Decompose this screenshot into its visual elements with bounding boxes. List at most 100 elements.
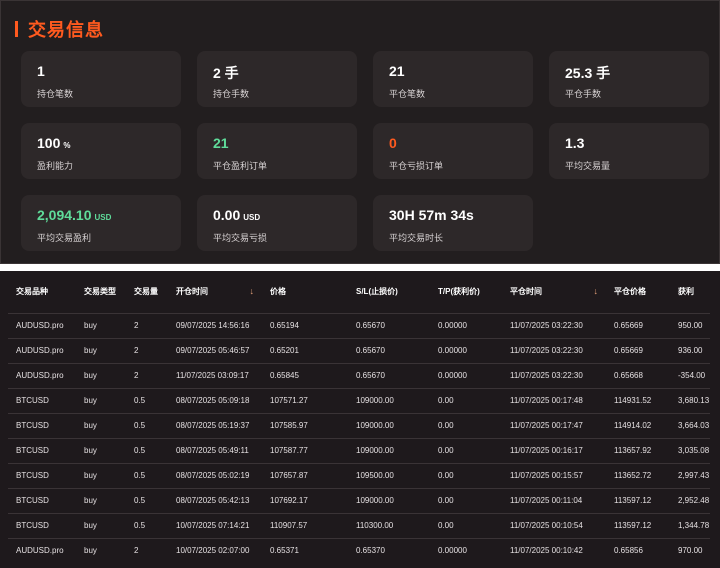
- table-cell: 0.65370: [348, 537, 430, 563]
- column-header-label: 交易量: [134, 287, 158, 297]
- table-cell: 0.65201: [262, 337, 348, 363]
- table-cell: 0.5: [126, 437, 168, 463]
- section-header: 交易信息: [15, 17, 104, 41]
- column-header-label: 开仓时间: [176, 287, 208, 297]
- stat-card: 100% 盈利能力: [21, 123, 181, 179]
- table-cell: 0.65670: [348, 362, 430, 388]
- table-cell: BTCUSD: [8, 437, 76, 463]
- table-cell: 0.00000: [430, 537, 502, 563]
- table-row[interactable]: BTCUSD buy 0.5 08/07/2025 05:09:18 107571.27…: [8, 387, 710, 413]
- table-header-row: 交易品种 交易类型 交易量 开仓时间 ↓ 价格 S/L(止损价) T/P(获利价) 平仓时间 ↓ 平…: [8, 271, 710, 313]
- table-cell: BTCUSD: [8, 487, 76, 513]
- stat-card: 0 平仓亏损订单: [373, 123, 533, 179]
- stat-number: 0: [389, 135, 397, 151]
- table-cell: 107692.17: [262, 487, 348, 513]
- stat-card: 30H 57m 34s 平均交易时长: [373, 195, 533, 251]
- column-header: 获利: [670, 271, 710, 313]
- table-cell: 2: [126, 362, 168, 388]
- table-cell: 970.00: [670, 537, 710, 563]
- table-cell: 114914.02: [606, 412, 670, 438]
- table-cell: buy: [76, 487, 126, 513]
- column-header-label: 获利: [678, 287, 694, 297]
- table-cell: 109000.00: [348, 387, 430, 413]
- table-row[interactable]: AUDUSD.pro buy 2 09/07/2025 14:56:16 0.65194…: [8, 312, 710, 338]
- table-cell: BTCUSD: [8, 512, 76, 538]
- stat-card: 25.3 手平仓手数: [549, 51, 709, 107]
- stat-number: 1: [37, 63, 45, 79]
- stat-label: 平均交易亏损: [213, 233, 268, 243]
- table-cell: 2,997.43: [670, 462, 710, 488]
- table-cell: 936.00: [670, 337, 710, 363]
- table-cell: 110907.57: [262, 512, 348, 538]
- table-cell: 11/07/2025 03:22:30: [502, 312, 606, 338]
- table-cell: 0.00: [430, 462, 502, 488]
- column-header-label: 平仓价格: [614, 287, 646, 297]
- stat-label: 持仓笔数: [37, 89, 74, 99]
- trade-info-panel: 交易信息 1 持仓笔数 2 手持仓手数 21 平仓笔数 25.3 手平仓手数 100% 盈利能…: [0, 0, 720, 264]
- table-cell: buy: [76, 537, 126, 563]
- stat-value: 0: [389, 135, 397, 151]
- table-cell: 2: [126, 312, 168, 338]
- trade-history-table: 交易品种 交易类型 交易量 开仓时间 ↓ 价格 S/L(止损价) T/P(获利价) 平仓时间 ↓ 平…: [8, 271, 710, 563]
- table-cell: 107657.87: [262, 462, 348, 488]
- table-cell: 0.00000: [430, 337, 502, 363]
- table-cell: AUDUSD.pro: [8, 362, 76, 388]
- table-cell: 10/07/2025 07:14:21: [168, 512, 262, 538]
- table-cell: 11/07/2025 03:22:30: [502, 362, 606, 388]
- table-cell: 08/07/2025 05:42:13: [168, 487, 262, 513]
- stat-number: 25.3 手: [565, 65, 611, 81]
- table-cell: 0.65194: [262, 312, 348, 338]
- table-cell: 0.00: [430, 412, 502, 438]
- column-header-label: 交易品种: [16, 287, 48, 297]
- table-cell: 3,035.08: [670, 437, 710, 463]
- table-cell: buy: [76, 387, 126, 413]
- stat-label: 持仓手数: [213, 89, 250, 99]
- stat-label: 平仓亏损订单: [389, 161, 444, 171]
- table-cell: 113657.92: [606, 437, 670, 463]
- table-row[interactable]: BTCUSD buy 0.5 10/07/2025 07:14:21 110907.57…: [8, 512, 710, 538]
- table-cell: 08/07/2025 05:09:18: [168, 387, 262, 413]
- stat-value: 25.3 手: [565, 63, 610, 83]
- table-cell: 11/07/2025 00:17:48: [502, 387, 606, 413]
- column-header: S/L(止损价): [348, 271, 430, 313]
- stat-label: 平均交易盈利: [37, 233, 92, 243]
- table-row[interactable]: AUDUSD.pro buy 2 11/07/2025 03:09:17 0.65845…: [8, 362, 710, 388]
- arrow-down-icon[interactable]: ↓: [594, 286, 599, 296]
- stat-card: 2,094.10 USD 平均交易盈利: [21, 195, 181, 251]
- table-cell: 11/07/2025 03:09:17: [168, 362, 262, 388]
- column-header[interactable]: 开仓时间 ↓: [168, 271, 262, 313]
- table-cell: 11/07/2025 00:16:17: [502, 437, 606, 463]
- stat-value: 21: [213, 135, 229, 151]
- table-cell: AUDUSD.pro: [8, 312, 76, 338]
- stat-value: 2 手: [213, 63, 239, 83]
- section-title: 交易信息: [28, 20, 104, 40]
- table-cell: 0.65845: [262, 362, 348, 388]
- title-accent-bar: [15, 21, 18, 37]
- table-cell: 110300.00: [348, 512, 430, 538]
- table-cell: 11/07/2025 00:17:47: [502, 412, 606, 438]
- table-row[interactable]: BTCUSD buy 0.5 08/07/2025 05:02:19 107657.87…: [8, 462, 710, 488]
- table-row[interactable]: BTCUSD buy 0.5 08/07/2025 05:42:13 107692.17…: [8, 487, 710, 513]
- arrow-down-icon[interactable]: ↓: [250, 286, 255, 296]
- column-header[interactable]: 平仓时间 ↓: [502, 271, 606, 313]
- table-cell: 113652.72: [606, 462, 670, 488]
- stat-card: 21 平仓笔数: [373, 51, 533, 107]
- column-header: 平仓价格: [606, 271, 670, 313]
- stat-number: 0.00: [213, 207, 241, 223]
- table-row[interactable]: BTCUSD buy 0.5 08/07/2025 05:19:37 107585.97…: [8, 412, 710, 438]
- stat-unit: %: [63, 141, 71, 150]
- stat-number: 1.3: [565, 135, 585, 151]
- column-header: 交易类型: [76, 271, 126, 313]
- table-row[interactable]: AUDUSD.pro buy 2 10/07/2025 02:07:00 0.65371…: [8, 537, 710, 563]
- table-row[interactable]: BTCUSD buy 0.5 08/07/2025 05:49:11 107587.77…: [8, 437, 710, 463]
- table-cell: BTCUSD: [8, 462, 76, 488]
- table-row[interactable]: AUDUSD.pro buy 2 09/07/2025 05:46:57 0.65201…: [8, 337, 710, 363]
- table-cell: BTCUSD: [8, 412, 76, 438]
- table-cell: 2: [126, 537, 168, 563]
- stat-value: 30H 57m 34s: [389, 207, 474, 223]
- table-cell: 0.00000: [430, 312, 502, 338]
- table-cell: 0.00: [430, 387, 502, 413]
- column-header-label: S/L(止损价): [356, 287, 398, 297]
- table-cell: 3,680.13: [670, 387, 710, 413]
- table-cell: 114931.52: [606, 387, 670, 413]
